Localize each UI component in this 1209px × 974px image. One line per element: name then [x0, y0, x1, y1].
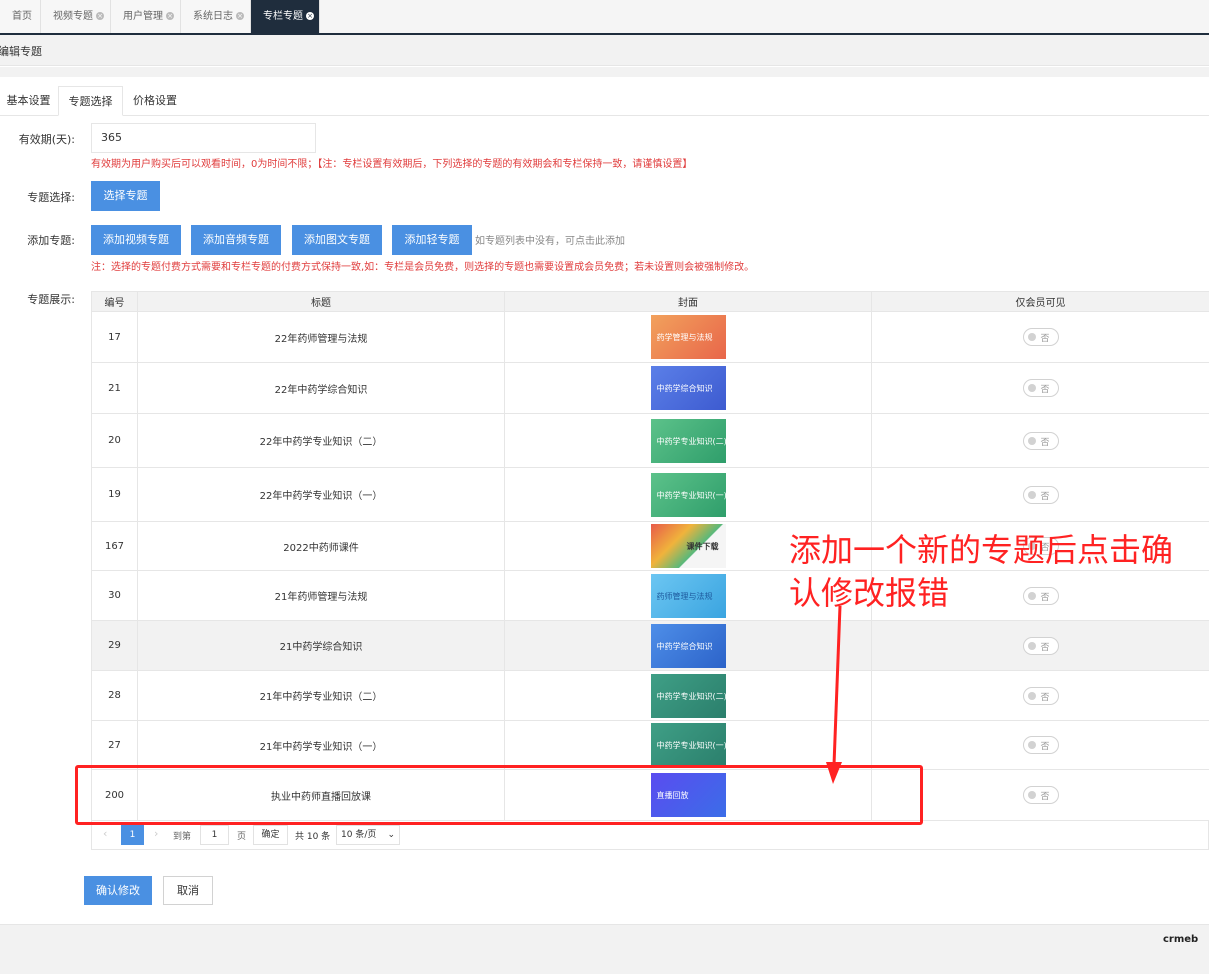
annotation-arrow: [826, 605, 842, 784]
annotation-text: 添加一个新的专题后点击确 认修改报错: [789, 531, 1174, 612]
